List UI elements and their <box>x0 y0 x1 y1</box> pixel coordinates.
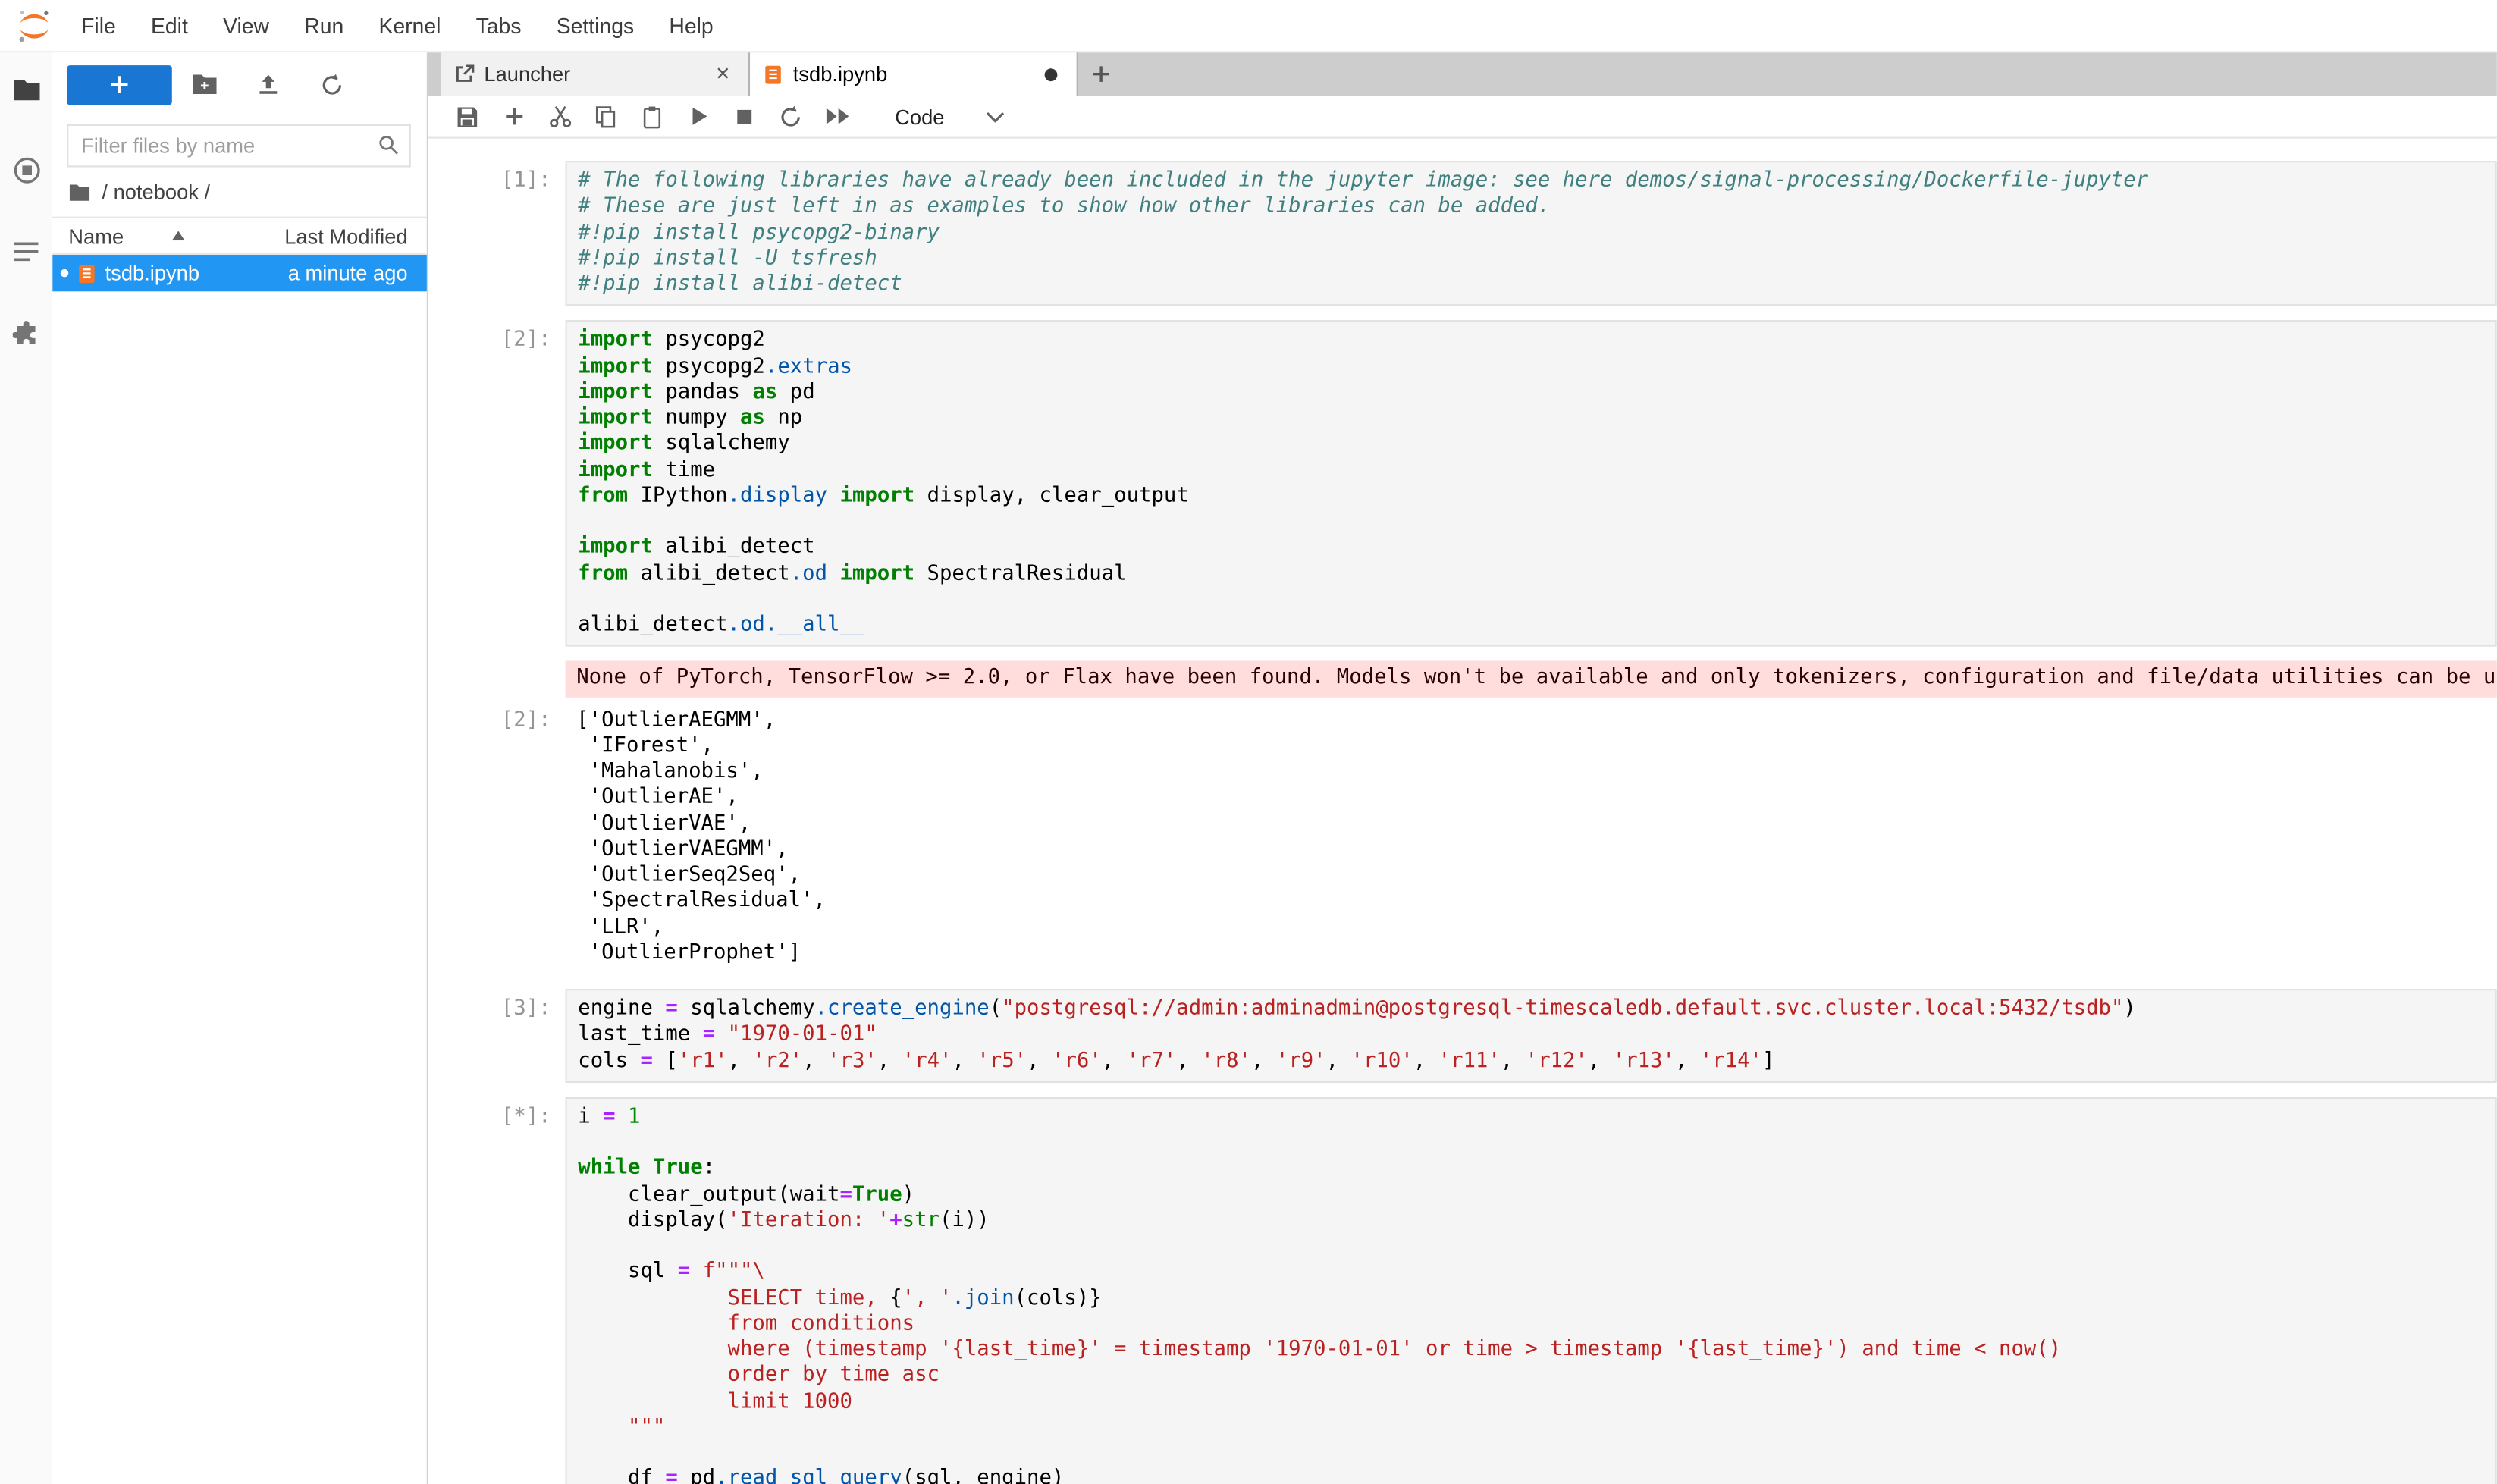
run-cell-icon[interactable] <box>675 96 721 136</box>
cell-prompt: [3]: <box>449 989 565 1082</box>
file-name: tsdb.ipynb <box>105 261 199 285</box>
unsaved-changes-indicator[interactable] <box>1045 67 1058 80</box>
file-browser-icon[interactable] <box>9 74 44 105</box>
tab-notebook[interactable]: tsdb.ipynb <box>750 52 1078 96</box>
main-area: Launcher × tsdb.ipynb <box>428 52 2497 1484</box>
chevron-down-icon <box>986 111 1005 122</box>
file-list-header: Name Last Modified <box>52 217 427 255</box>
notebook-scroll-area[interactable]: [1]:# The following libraries have alrea… <box>428 139 2497 1484</box>
restart-kernel-icon[interactable] <box>767 96 814 136</box>
launcher-icon <box>454 64 475 84</box>
cell-prompt: [1]: <box>449 161 565 306</box>
tab-label: tsdb.ipynb <box>793 62 1035 86</box>
menu-item-file[interactable]: File <box>64 0 133 51</box>
sort-ascending-icon[interactable] <box>171 231 184 241</box>
new-folder-icon[interactable] <box>172 64 236 104</box>
menu-item-kernel[interactable]: Kernel <box>361 0 458 51</box>
cell-editor[interactable]: i = 1 while True: clear_output(wait=True… <box>565 1097 2496 1484</box>
cut-cells-icon[interactable] <box>537 96 583 136</box>
menu-item-run[interactable]: Run <box>287 0 361 51</box>
cell-prompt: [*]: <box>449 1097 565 1484</box>
code-cell: [1]:# The following libraries have alrea… <box>449 161 2497 306</box>
close-icon[interactable]: × <box>711 62 736 86</box>
jupyterlab-window: FileEditViewRunKernelTabsSettingsHelp <box>0 0 2497 1484</box>
menu-bar: FileEditViewRunKernelTabsSettingsHelp <box>0 0 2497 52</box>
interrupt-kernel-icon[interactable] <box>721 96 767 136</box>
jupyter-logo-icon <box>16 7 52 43</box>
file-modified: a minute ago <box>288 261 408 285</box>
new-launcher-button[interactable] <box>67 64 172 104</box>
stderr-text: None of PyTorch, TensorFlow >= 2.0, or F… <box>565 661 2496 697</box>
breadcrumb[interactable]: / notebook / <box>52 167 427 216</box>
copy-cells-icon[interactable] <box>583 96 629 136</box>
refresh-icon[interactable] <box>300 64 363 104</box>
notebook-icon <box>763 63 783 85</box>
column-last-modified[interactable]: Last Modified <box>284 224 407 248</box>
menu-item-edit[interactable]: Edit <box>133 0 205 51</box>
cell-prompt: [2]: <box>449 321 565 647</box>
cell-type-dropdown[interactable]: Code <box>882 101 1018 131</box>
tab-label: Launcher <box>484 62 701 86</box>
cell-type-value: Code <box>895 105 944 129</box>
menu-item-view[interactable]: View <box>205 0 287 51</box>
tab-bar: Launcher × tsdb.ipynb <box>428 52 2497 96</box>
add-cell-icon[interactable] <box>491 96 537 136</box>
column-name[interactable]: Name <box>68 224 124 248</box>
cell-editor[interactable]: # The following libraries have already b… <box>565 161 2496 306</box>
cell-editor[interactable]: engine = sqlalchemy.create_engine("postg… <box>565 989 2496 1082</box>
code-cell: [*]:i = 1 while True: clear_output(wait=… <box>449 1097 2497 1484</box>
notebook-toolbar: Code <box>428 96 2497 139</box>
menu-bar-items: FileEditViewRunKernelTabsSettingsHelp <box>64 0 731 51</box>
restart-run-all-icon[interactable] <box>814 96 860 136</box>
cell-list: [1]:# The following libraries have alrea… <box>449 161 2497 1484</box>
cell-editor[interactable]: import psycopg2import psycopg2.extrasimp… <box>565 321 2496 647</box>
paste-cells-icon[interactable] <box>629 96 675 136</box>
extensions-icon[interactable] <box>9 317 44 349</box>
cell-prompt: [2]: <box>449 700 565 967</box>
stderr-output: None of PyTorch, TensorFlow >= 2.0, or F… <box>449 661 2497 697</box>
running-kernels-icon[interactable] <box>9 155 44 187</box>
menu-item-settings[interactable]: Settings <box>539 0 652 51</box>
cell-prompt <box>449 661 565 697</box>
upload-icon[interactable] <box>236 64 300 104</box>
file-browser-panel: / notebook / Name Last Modified tsdb.ipy… <box>52 52 428 1484</box>
save-icon[interactable] <box>444 96 491 136</box>
code-cell: [2]:import psycopg2import psycopg2.extra… <box>449 321 2497 647</box>
table-of-contents-icon[interactable] <box>9 236 44 268</box>
output-text: ['OutlierAEGMM', 'IForest', 'Mahalanobis… <box>565 700 2496 967</box>
tab-launcher[interactable]: Launcher × <box>441 52 750 96</box>
file-row[interactable]: tsdb.ipynb a minute ago <box>52 255 427 291</box>
search-icon <box>378 133 400 164</box>
output-cell: [2]:['OutlierAEGMM', 'IForest', 'Mahalan… <box>449 700 2497 967</box>
code-cell: [3]:engine = sqlalchemy.create_engine("p… <box>449 989 2497 1082</box>
breadcrumb-path: / notebook / <box>102 180 210 204</box>
new-tab-button[interactable] <box>1078 52 1123 96</box>
menu-item-tabs[interactable]: Tabs <box>459 0 539 51</box>
running-status-dot <box>61 269 69 278</box>
notebook-file-icon <box>77 262 97 284</box>
filter-files-box <box>67 124 411 168</box>
left-dock-strip <box>0 52 52 1484</box>
filter-files-input[interactable] <box>67 124 411 168</box>
menu-item-help[interactable]: Help <box>651 0 731 51</box>
file-browser-toolbar <box>52 52 427 116</box>
